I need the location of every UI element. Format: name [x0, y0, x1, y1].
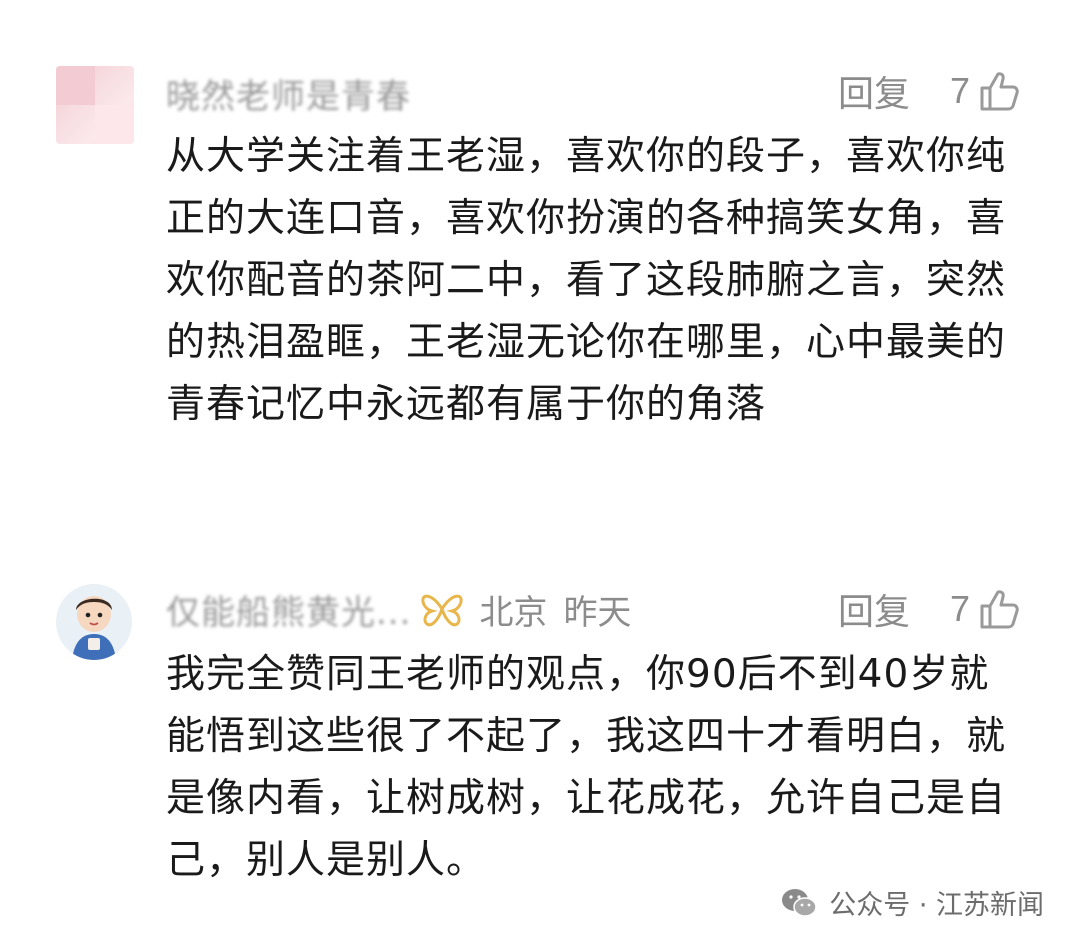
comment-time: 昨天	[563, 592, 632, 633]
comment-meta: 晓然老师是青春	[166, 68, 411, 118]
user-avatar[interactable]	[56, 66, 134, 144]
thumbs-up-icon[interactable]	[978, 69, 1022, 113]
comment-actions: 回复 7	[838, 66, 1022, 116]
thumbs-up-icon[interactable]	[978, 587, 1022, 631]
comment-text: 我完全赞同王老师的观点，你90后不到40岁就能悟到这些很了不起了，我这四十才看明…	[166, 652, 1007, 883]
user-location: 北京	[479, 592, 548, 633]
like-count: 7	[949, 588, 970, 629]
watermark-text: 公众号 · 江苏新闻	[829, 890, 1044, 921]
watermark: 公众号 · 江苏新闻	[781, 883, 1044, 922]
wechat-icon	[782, 888, 817, 917]
user-nickname[interactable]: 晓然老师是青春	[166, 69, 411, 118]
user-nickname[interactable]: 仅能船熊黄光...	[166, 585, 411, 634]
user-avatar[interactable]	[56, 584, 132, 660]
reply-button[interactable]: 回复	[838, 65, 910, 117]
reply-button[interactable]: 回复	[838, 583, 910, 635]
comment-text: 从大学关注着王老湿，喜欢你的段子，喜欢你纯正的大连口音，喜欢你扮演的各种搞笑女角…	[166, 134, 1007, 427]
comment-actions: 回复 7	[838, 584, 1022, 634]
comment-meta: 仅能船熊黄光... 北京 昨天	[166, 584, 631, 634]
butterfly-badge-icon	[421, 594, 464, 627]
like-count: 7	[949, 70, 970, 111]
